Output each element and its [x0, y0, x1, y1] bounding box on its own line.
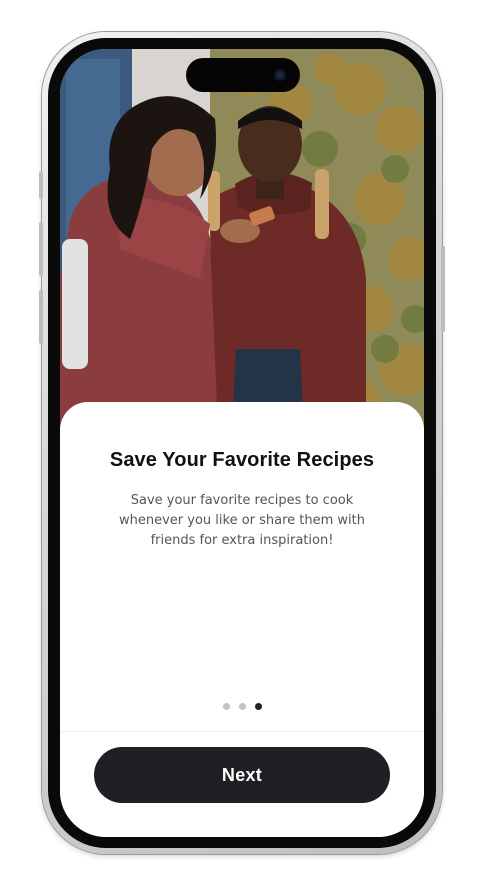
- divider: [60, 731, 424, 732]
- dynamic-island: [186, 58, 300, 92]
- onboarding-description: Save your favorite recipes to cook whene…: [118, 493, 366, 548]
- hero-photo: [60, 49, 424, 429]
- page-dot-2[interactable]: [238, 703, 246, 710]
- action-button: [39, 171, 43, 199]
- next-button[interactable]: Next: [94, 747, 390, 803]
- phone-screen: Save Your Favorite Recipes Save your fav…: [60, 49, 424, 837]
- front-camera-icon: [274, 69, 286, 81]
- page-dot-1[interactable]: [222, 703, 230, 710]
- onboarding-title: Save Your Favorite Recipes: [109, 449, 375, 471]
- page-indicator: [60, 703, 424, 713]
- hero-illustration: [60, 49, 424, 429]
- volume-down-button: [39, 290, 43, 344]
- page-dot-3-active[interactable]: [254, 703, 262, 710]
- power-button: [441, 246, 445, 332]
- volume-up-button: [39, 222, 43, 276]
- onboarding-card: Save Your Favorite Recipes Save your fav…: [60, 402, 424, 837]
